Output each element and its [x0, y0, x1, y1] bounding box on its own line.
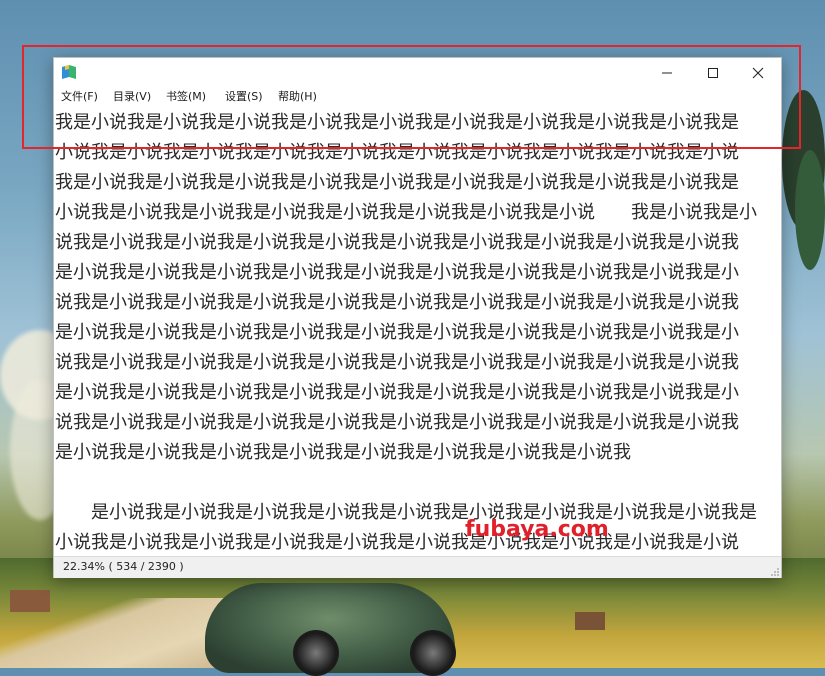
text-line: 是小说我是小说我是小说我是小说我是小说我是小说我是小说我是小说我是小说我是小 [55, 322, 739, 343]
car-wheel [293, 630, 339, 676]
text-line: 是小说我是小说我是小说我是小说我是小说我是小说我是小说我是小说我是小说我是小 [55, 262, 739, 283]
reading-progress: 22.34% ( 534 / 2390 ) [63, 560, 184, 573]
text-content-area[interactable]: 我是小说我是小说我是小说我是小说我是小说我是小说我是小说我是小说我是小说我是 小… [54, 108, 779, 555]
car-wheel [410, 630, 456, 676]
text-line: 说我是小说我是小说我是小说我是小说我是小说我是小说我是小说我是小说我是小说我 [55, 352, 739, 373]
tree [795, 150, 825, 270]
resize-grip-icon[interactable] [770, 567, 780, 577]
house [575, 612, 605, 630]
text-line: 说我是小说我是小说我是小说我是小说我是小说我是小说我是小说我是小说我是小说我 [55, 412, 739, 433]
status-bar: 22.34% ( 534 / 2390 ) [54, 556, 781, 578]
text-line: 说我是小说我是小说我是小说我是小说我是小说我是小说我是小说我是小说我是小说我 [55, 232, 739, 253]
watermark-text: fubaya.com [465, 517, 609, 542]
text-line: 说我是小说我是小说我是小说我是小说我是小说我是小说我是小说我是小说我是小说我 [55, 292, 739, 313]
text-line: 我是小说我是小说我是小说我是小说我是小说我是小说我是小说我是小说我是小说我是 [55, 172, 739, 193]
text-line: 小说我是小说我是小说我是小说我是小说我是小说我是小说我是小说 我是小说我是小 [55, 202, 757, 223]
highlight-annotation-box [22, 45, 801, 149]
house [10, 590, 50, 612]
text-line: 是小说我是小说我是小说我是小说我是小说我是小说我是小说我是小说我 [55, 442, 631, 463]
text-line [54, 468, 779, 498]
text-line: 小说我是小说我是小说我是小说我是小说我是小说我是小说我是小说我是小说我是小说 [55, 532, 739, 553]
text-line: 是小说我是小说我是小说我是小说我是小说我是小说我是小说我是小说我是小说我是 [55, 502, 757, 523]
text-line: 是小说我是小说我是小说我是小说我是小说我是小说我是小说我是小说我是小说我是小 [55, 382, 739, 403]
